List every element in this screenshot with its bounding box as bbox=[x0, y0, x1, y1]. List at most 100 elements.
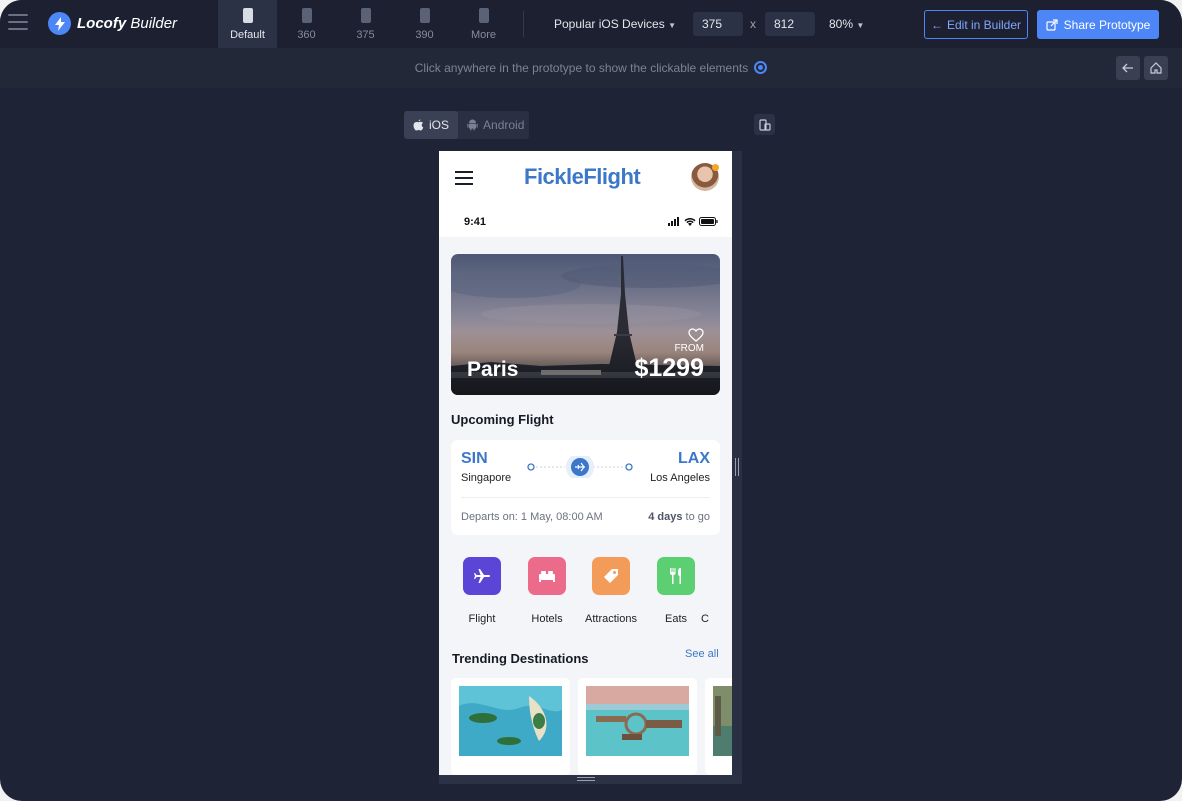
target-icon[interactable] bbox=[754, 61, 768, 74]
top-toolbar: Locofy Builder Default 360 375 390 More … bbox=[0, 0, 1182, 48]
tab-label: Default bbox=[230, 28, 265, 41]
phone-icon bbox=[419, 7, 430, 23]
width-resize-handle[interactable] bbox=[735, 458, 739, 476]
android-option[interactable]: Android bbox=[458, 111, 533, 139]
height-input[interactable]: 812 bbox=[765, 12, 815, 36]
divider bbox=[523, 11, 524, 37]
tab-label: 390 bbox=[415, 28, 434, 41]
see-all-link[interactable]: See all bbox=[685, 648, 719, 660]
island-photo bbox=[459, 686, 562, 756]
more-devices-icon bbox=[478, 7, 489, 23]
tab-375[interactable]: 375 bbox=[336, 0, 395, 48]
bed-icon bbox=[528, 557, 566, 595]
apple-icon bbox=[413, 119, 424, 131]
brand-name: Locofy bbox=[77, 15, 127, 32]
ios-status-bar: 9:41 bbox=[439, 207, 732, 237]
dimension-separator: x bbox=[750, 17, 756, 31]
prototype-phone: FickleFlight 9:41 FROM $1299 Paris Upcom… bbox=[439, 151, 732, 775]
brand-suffix: Builder bbox=[130, 15, 178, 32]
home-button[interactable] bbox=[1144, 56, 1168, 80]
category-label-cut: C bbox=[701, 613, 709, 625]
os-toggle: iOS Android bbox=[404, 111, 529, 139]
notification-dot bbox=[712, 164, 719, 171]
edit-in-builder-button[interactable]: ← Edit in Builder bbox=[924, 10, 1028, 39]
destination-code: LAX bbox=[678, 450, 710, 467]
category-attractions[interactable]: Attractions bbox=[581, 557, 641, 625]
from-label: FROM bbox=[674, 343, 704, 354]
status-icons bbox=[668, 217, 718, 226]
tab-390[interactable]: 390 bbox=[395, 0, 454, 48]
phone-icon bbox=[360, 7, 371, 23]
share-button-label: Share Prototype bbox=[1063, 17, 1151, 32]
lightning-bolt-icon bbox=[48, 12, 71, 35]
upcoming-flight-card[interactable]: SIN Singapore LAX Los Angeles Departs on… bbox=[451, 440, 720, 535]
ios-label: iOS bbox=[429, 118, 450, 132]
tab-360[interactable]: 360 bbox=[277, 0, 336, 48]
trending-card[interactable] bbox=[705, 678, 732, 775]
destination-city: Paris bbox=[467, 358, 519, 381]
app-window: Locofy Builder Default 360 375 390 More … bbox=[0, 0, 1182, 801]
device-preset-label: Popular iOS Devices bbox=[554, 17, 665, 31]
tab-label: 360 bbox=[297, 28, 316, 41]
tab-label: More bbox=[470, 28, 497, 41]
logo-text: Locofy Builder bbox=[77, 15, 177, 32]
rotate-icon bbox=[758, 118, 771, 131]
width-input[interactable]: 375 bbox=[693, 12, 743, 36]
height-resize-handle[interactable] bbox=[439, 775, 742, 784]
share-prototype-button[interactable]: Share Prototype bbox=[1037, 10, 1159, 39]
zoom-label: 80% bbox=[829, 17, 854, 31]
app-menu-icon[interactable] bbox=[455, 171, 473, 189]
tab-label: 375 bbox=[356, 28, 375, 41]
android-label: Android bbox=[483, 118, 525, 132]
trending-card[interactable] bbox=[578, 678, 697, 775]
wifi-icon bbox=[684, 217, 696, 226]
destination-city-name: Los Angeles bbox=[650, 472, 710, 484]
arrow-left-icon bbox=[1122, 63, 1133, 73]
category-label: Flight bbox=[468, 613, 496, 625]
device-tabs: Default 360 375 390 More bbox=[218, 0, 513, 48]
trending-destinations-heading: Trending Destinations bbox=[452, 651, 589, 666]
app-header: FickleFlight bbox=[439, 151, 732, 207]
info-bar: Click anywhere in the prototype to show … bbox=[0, 48, 1182, 88]
arrow-left-icon: ← bbox=[930, 17, 943, 32]
category-label: Hotels bbox=[531, 613, 563, 625]
destination-photo bbox=[713, 686, 732, 756]
category-hotels[interactable]: Hotels bbox=[517, 557, 577, 625]
device-preset-dropdown[interactable]: Popular iOS Devices ▼ bbox=[554, 17, 676, 31]
hamburger-menu-icon[interactable] bbox=[8, 14, 28, 32]
featured-destination-card[interactable]: FROM $1299 Paris bbox=[451, 254, 720, 395]
status-time: 9:41 bbox=[464, 216, 487, 228]
tag-icon bbox=[592, 557, 630, 595]
home-icon bbox=[1150, 62, 1162, 74]
back-button[interactable] bbox=[1116, 56, 1140, 80]
category-flight[interactable]: Flight bbox=[452, 557, 512, 625]
android-icon bbox=[467, 119, 478, 131]
origin-city: Singapore bbox=[461, 472, 512, 484]
app-brand: FickleFlight bbox=[524, 164, 641, 189]
edit-button-label: Edit in Builder bbox=[946, 17, 1022, 32]
zoom-dropdown[interactable]: 80% ▼ bbox=[829, 17, 864, 31]
hint-text: Click anywhere in the prototype to show … bbox=[414, 61, 749, 75]
signal-icon bbox=[668, 217, 679, 226]
battery-icon bbox=[699, 217, 718, 226]
upcoming-flight-heading: Upcoming Flight bbox=[451, 412, 554, 427]
caret-down-icon: ▼ bbox=[668, 21, 676, 30]
flight-route-icon bbox=[527, 456, 633, 478]
tab-default[interactable]: Default bbox=[218, 0, 277, 48]
category-eats[interactable]: Eats bbox=[646, 557, 706, 625]
locofy-logo: Locofy Builder bbox=[48, 12, 177, 35]
category-label: Eats bbox=[664, 613, 687, 625]
tab-more[interactable]: More bbox=[454, 0, 513, 48]
days-count: 4 days bbox=[648, 511, 683, 523]
phone-icon bbox=[301, 7, 312, 23]
trending-card[interactable] bbox=[451, 678, 570, 775]
ios-option[interactable]: iOS bbox=[404, 111, 459, 139]
days-suffix: to go bbox=[685, 511, 710, 523]
category-more-partial[interactable]: C bbox=[701, 557, 721, 625]
rotate-device-button[interactable] bbox=[754, 114, 775, 135]
airplane-icon bbox=[463, 557, 501, 595]
departure-time: Departs on: 1 May, 08:00 AM bbox=[461, 511, 603, 523]
clickable-hint: Click anywhere in the prototype to show … bbox=[0, 61, 1182, 75]
caret-down-icon: ▼ bbox=[856, 21, 865, 30]
share-icon bbox=[1046, 18, 1058, 31]
